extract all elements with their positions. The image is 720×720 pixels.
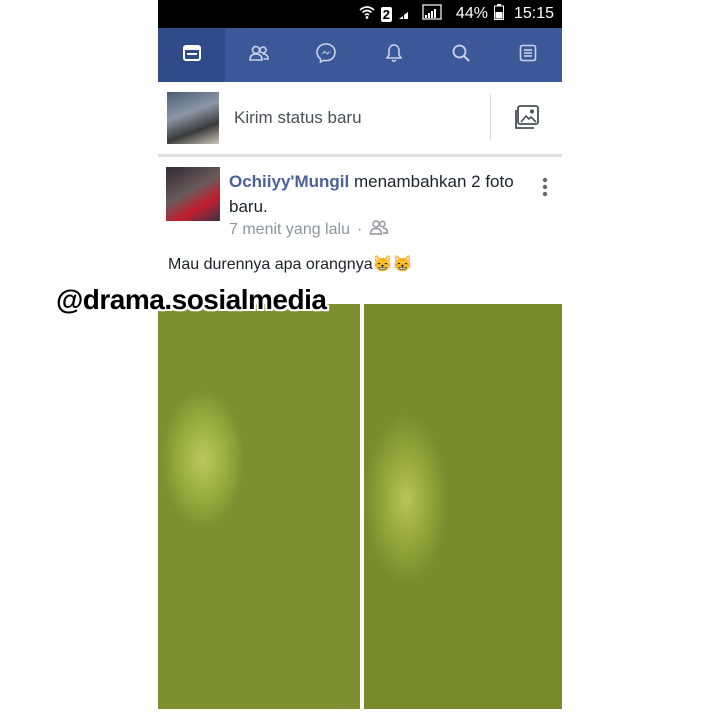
author-name[interactable]: Ochiiyy'Mungil [229, 172, 349, 191]
watermark-text: @drama.sosialmedia [56, 284, 327, 315]
photo-icon [512, 105, 542, 136]
status-bar: 2 44% 15:15 [158, 0, 562, 28]
tab-notifications[interactable] [360, 28, 427, 82]
battery-percent: 44% [455, 5, 488, 22]
tab-friends[interactable] [225, 28, 292, 82]
post-headline: Ochiiyy'Mungil menambahkan 2 foto baru. [229, 169, 529, 219]
top-navigation [158, 28, 562, 82]
composer-divider [490, 94, 491, 140]
post-meta: 7 menit yang lalu · [229, 219, 389, 240]
friends-audience-icon[interactable] [369, 219, 389, 240]
add-photo-button[interactable] [512, 104, 542, 137]
status-input[interactable]: Kirim status baru [234, 108, 362, 128]
signal-icon [398, 4, 416, 25]
meta-separator: · [356, 220, 363, 238]
post-photo-1[interactable] [158, 304, 360, 709]
clock: 15:15 [513, 5, 554, 22]
feed-post: Ochiiyy'Mungil menambahkan 2 foto baru. … [158, 157, 562, 720]
news-feed-icon [181, 42, 203, 69]
sim-badge: 2 [380, 6, 392, 22]
more-vertical-icon [542, 177, 548, 201]
user-avatar[interactable] [167, 92, 219, 144]
search-icon [450, 42, 472, 69]
battery-icon [493, 3, 504, 25]
post-options-button[interactable] [542, 177, 548, 202]
tab-news-feed[interactable] [158, 28, 226, 82]
author-avatar[interactable] [166, 167, 220, 221]
wifi-icon [359, 4, 375, 25]
messenger-icon [315, 42, 337, 69]
tab-menu[interactable] [495, 28, 562, 82]
notifications-bell-icon [383, 42, 405, 69]
friends-icon [248, 42, 270, 69]
post-time[interactable]: 7 menit yang lalu [229, 221, 350, 239]
phone-screen: 2 44% 15:15 Kirim status baru Ochiiyy'Mu… [158, 0, 562, 720]
menu-icon [517, 42, 539, 69]
status-composer: Kirim status baru [158, 82, 562, 157]
tab-messenger[interactable] [293, 28, 360, 82]
signal-icon-2 [422, 3, 442, 25]
tab-search[interactable] [427, 28, 494, 82]
post-photo-2[interactable] [364, 304, 562, 709]
post-text: Mau durennya apa orangnya😸😸 [168, 256, 413, 273]
